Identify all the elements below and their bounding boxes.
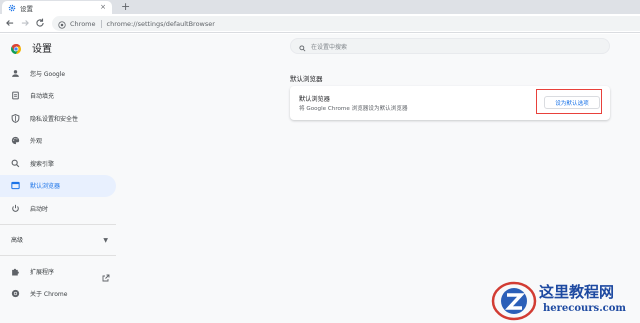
chrome-secure-icon [58,14,66,33]
tab-close-button[interactable]: × [100,3,106,11]
sidebar-item-label: 自动填充 [30,93,55,101]
tab-title: 设置 [20,4,33,13]
sidebar-item-about-chrome[interactable]: 关于 Chrome [0,283,118,306]
arrow-right-icon [21,20,29,26]
watermark-logo-icon [491,281,537,321]
settings-sidebar: 您与 Google 自动填充 隐私设置和安全性 外观 搜索引擎 默认浏览器 启动… [0,62,118,305]
sidebar-item-label: 启动时 [30,205,49,213]
reload-button[interactable] [34,17,46,29]
sidebar-item-label: 关于 Chrome [30,291,68,299]
sidebar-item-label: 默认浏览器 [30,183,61,191]
tab-strip: 设置 × + [0,0,640,14]
reload-icon [36,18,44,27]
sidebar-item-autofill[interactable]: 自动填充 [0,85,118,108]
browser-window-icon [11,181,20,190]
arrow-left-icon [6,20,14,26]
sidebar-item-label: 外观 [30,138,43,146]
sidebar-item-privacy[interactable]: 隐私设置和安全性 [0,107,118,130]
tab-settings[interactable]: 设置 × [2,1,112,14]
chevron-down-icon: ▼ [103,236,108,244]
palette-icon [11,136,20,145]
forward-button[interactable] [19,17,31,29]
omnibox-separator [100,19,102,28]
settings-gear-icon [8,4,16,12]
address-bar[interactable]: Chrome chrome://settings/defaultBrowser [52,16,640,31]
watermark-title: 这里教程网 [539,283,615,301]
sidebar-item-default-browser[interactable]: 默认浏览器 [0,174,116,197]
person-icon [11,69,20,78]
chrome-window: 设置 × + Chrome chrome://settings/defaultB… [0,0,640,323]
new-tab-button[interactable]: + [121,0,130,14]
sidebar-divider [0,223,116,225]
sidebar-item-on-startup[interactable]: 启动时 [0,197,118,220]
chrome-logo-icon [10,40,22,54]
shield-icon [11,113,20,123]
chrome-icon [11,289,20,298]
sidebar-item-search-engine[interactable]: 搜索引擎 [0,152,118,175]
sidebar-item-extensions[interactable]: 扩展程序 [0,260,118,283]
section-title: 默认浏览器 [290,75,323,83]
sidebar-item-you-and-google[interactable]: 您与 Google [0,62,118,85]
toolbar: Chrome chrome://settings/defaultBrowser [0,14,640,33]
secure-label: Chrome [70,19,96,28]
back-button[interactable] [4,17,16,29]
card-subtitle: 将 Google Chrome 浏览器设为默认浏览器 [299,106,408,112]
card-title: 默认浏览器 [299,96,330,103]
power-icon [11,204,20,213]
search-icon [299,37,306,56]
make-default-button[interactable]: 设为默认选项 [544,96,600,109]
sidebar-item-label: 扩展程序 [30,268,55,276]
watermark-url: herecours.com [543,303,627,314]
sidebar-item-advanced[interactable]: 高级 ▼ [0,229,118,252]
sidebar-item-label: 隐私设置和安全性 [30,115,79,123]
default-browser-card: 默认浏览器 将 Google Chrome 浏览器设为默认浏览器 设为默认选项 [290,86,610,120]
search-placeholder: 在设置中搜索 [311,43,348,51]
url-text: chrome://settings/defaultBrowser [106,19,215,28]
watermark: 这里教程网 herecours.com [490,277,640,323]
page-title: 设置 [32,44,52,55]
sidebar-item-label: 高级 [11,237,24,245]
puzzle-icon [11,267,20,276]
sidebar-divider [0,255,116,256]
sidebar-item-label: 搜索引擎 [30,160,55,168]
search-icon [11,159,20,168]
clipboard-icon [11,91,20,100]
sidebar-item-appearance[interactable]: 外观 [0,130,118,153]
settings-search-input[interactable]: 在设置中搜索 [290,38,610,54]
sidebar-item-label: 您与 Google [30,70,66,78]
